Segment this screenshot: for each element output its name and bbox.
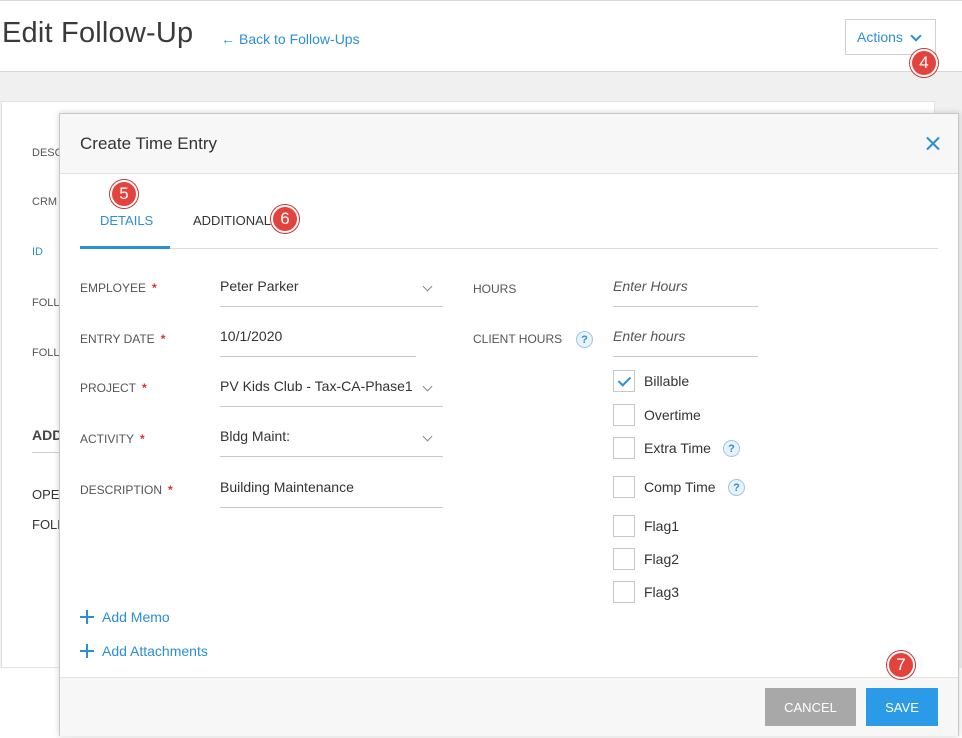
step-badge: 6 xyxy=(271,205,299,233)
add-memo-label: Add Memo xyxy=(102,609,170,625)
flag3-label: Flag3 xyxy=(644,584,680,600)
entry-date-value: 10/1/2020 xyxy=(220,328,283,344)
client-hours-placeholder: Enter hours xyxy=(613,328,686,344)
employee-label: EMPLOYEE * xyxy=(80,281,157,295)
flag1-checkbox[interactable] xyxy=(613,515,635,537)
tab-additional[interactable]: ADDITIONAL xyxy=(193,213,271,228)
description-value: Building Maintenance xyxy=(220,479,354,495)
bg-field-label: FOLL xyxy=(32,297,60,309)
page-header: Edit Follow-Up ← Back to Follow-Ups Actio… xyxy=(0,0,962,72)
employee-value: Peter Parker xyxy=(220,278,299,294)
client-hours-input[interactable]: Enter hours xyxy=(613,321,758,357)
overtime-label: Overtime xyxy=(644,407,701,423)
modal-tabs: DETAILS ADDITIONAL xyxy=(80,199,938,249)
bg-divider xyxy=(32,452,62,453)
bg-section-heading: ADD xyxy=(32,427,63,443)
page-title: Edit Follow-Up xyxy=(2,17,194,49)
modal-footer: CANCEL SAVE xyxy=(60,677,958,736)
tab-details[interactable]: DETAILS xyxy=(100,213,153,228)
step-badge: 4 xyxy=(910,49,938,77)
step-badge: 5 xyxy=(110,180,138,208)
flag1-label: Flag1 xyxy=(644,518,680,534)
modal-header: Create Time Entry xyxy=(60,114,958,174)
billable-label: Billable xyxy=(644,373,690,389)
close-icon[interactable] xyxy=(925,136,940,151)
step-badge: 7 xyxy=(887,651,915,679)
help-icon[interactable]: ? xyxy=(728,479,745,496)
flag3-checkbox[interactable] xyxy=(613,581,635,603)
active-tab-indicator xyxy=(80,246,170,249)
project-value: PV Kids Club - Tax-CA-Phase1 xyxy=(220,378,413,394)
cancel-button[interactable]: CANCEL xyxy=(765,688,856,726)
add-attachments-label: Add Attachments xyxy=(102,643,208,659)
add-memo-link[interactable]: Add Memo xyxy=(80,609,170,625)
bg-field-label: ID xyxy=(32,246,43,258)
help-icon[interactable]: ? xyxy=(576,331,593,348)
save-button[interactable]: SAVE xyxy=(866,688,938,726)
bg-field-label: CRM xyxy=(32,196,58,208)
back-link-label: Back to Follow-Ups xyxy=(239,31,360,47)
description-label: DESCRIPTION * xyxy=(80,483,173,497)
hours-placeholder: Enter Hours xyxy=(613,278,688,294)
flag2-label: Flag2 xyxy=(644,551,680,567)
extra-time-label: Extra Time xyxy=(644,440,711,456)
bg-text-line: OPE xyxy=(32,487,60,502)
bg-field-label: DESC xyxy=(32,147,63,159)
arrow-left-icon: ← xyxy=(221,31,235,47)
help-icon[interactable]: ? xyxy=(723,440,740,457)
project-select[interactable]: PV Kids Club - Tax-CA-Phase1 xyxy=(220,371,443,407)
comp-time-checkbox[interactable] xyxy=(613,476,635,498)
extra-time-checkbox[interactable] xyxy=(613,437,635,459)
chevron-down-icon xyxy=(422,281,433,292)
activity-label: ACTIVITY * xyxy=(80,432,145,446)
flag2-checkbox[interactable] xyxy=(613,548,635,570)
add-attachments-link[interactable]: Add Attachments xyxy=(80,643,208,659)
billable-checkbox[interactable] xyxy=(613,370,635,392)
hours-input[interactable]: Enter Hours xyxy=(613,271,758,307)
back-to-follow-ups-link[interactable]: ← Back to Follow-Ups xyxy=(221,31,360,47)
client-hours-label: CLIENT HOURS xyxy=(473,332,563,346)
hours-label: HOURS xyxy=(473,282,517,296)
chevron-down-icon xyxy=(910,29,922,42)
bg-field-label: FOLL xyxy=(32,347,60,359)
actions-label: Actions xyxy=(857,29,903,45)
plus-icon xyxy=(80,644,94,658)
plus-icon xyxy=(80,610,94,624)
activity-select[interactable]: Bldg Maint: xyxy=(220,421,443,457)
employee-select[interactable]: Peter Parker xyxy=(220,271,443,307)
create-time-entry-modal: Create Time Entry DETAILS ADDITIONAL EMP… xyxy=(59,113,959,736)
activity-value: Bldg Maint: xyxy=(220,428,291,444)
entry-date-label: ENTRY DATE * xyxy=(80,332,166,346)
comp-time-label: Comp Time xyxy=(644,479,716,495)
overtime-checkbox[interactable] xyxy=(613,404,635,426)
chevron-down-icon xyxy=(422,431,433,442)
description-field[interactable]: Building Maintenance xyxy=(220,472,443,508)
chevron-down-icon xyxy=(422,381,433,392)
project-label: PROJECT * xyxy=(80,381,147,395)
modal-title: Create Time Entry xyxy=(80,134,217,153)
entry-date-field[interactable]: 10/1/2020 xyxy=(220,321,416,357)
